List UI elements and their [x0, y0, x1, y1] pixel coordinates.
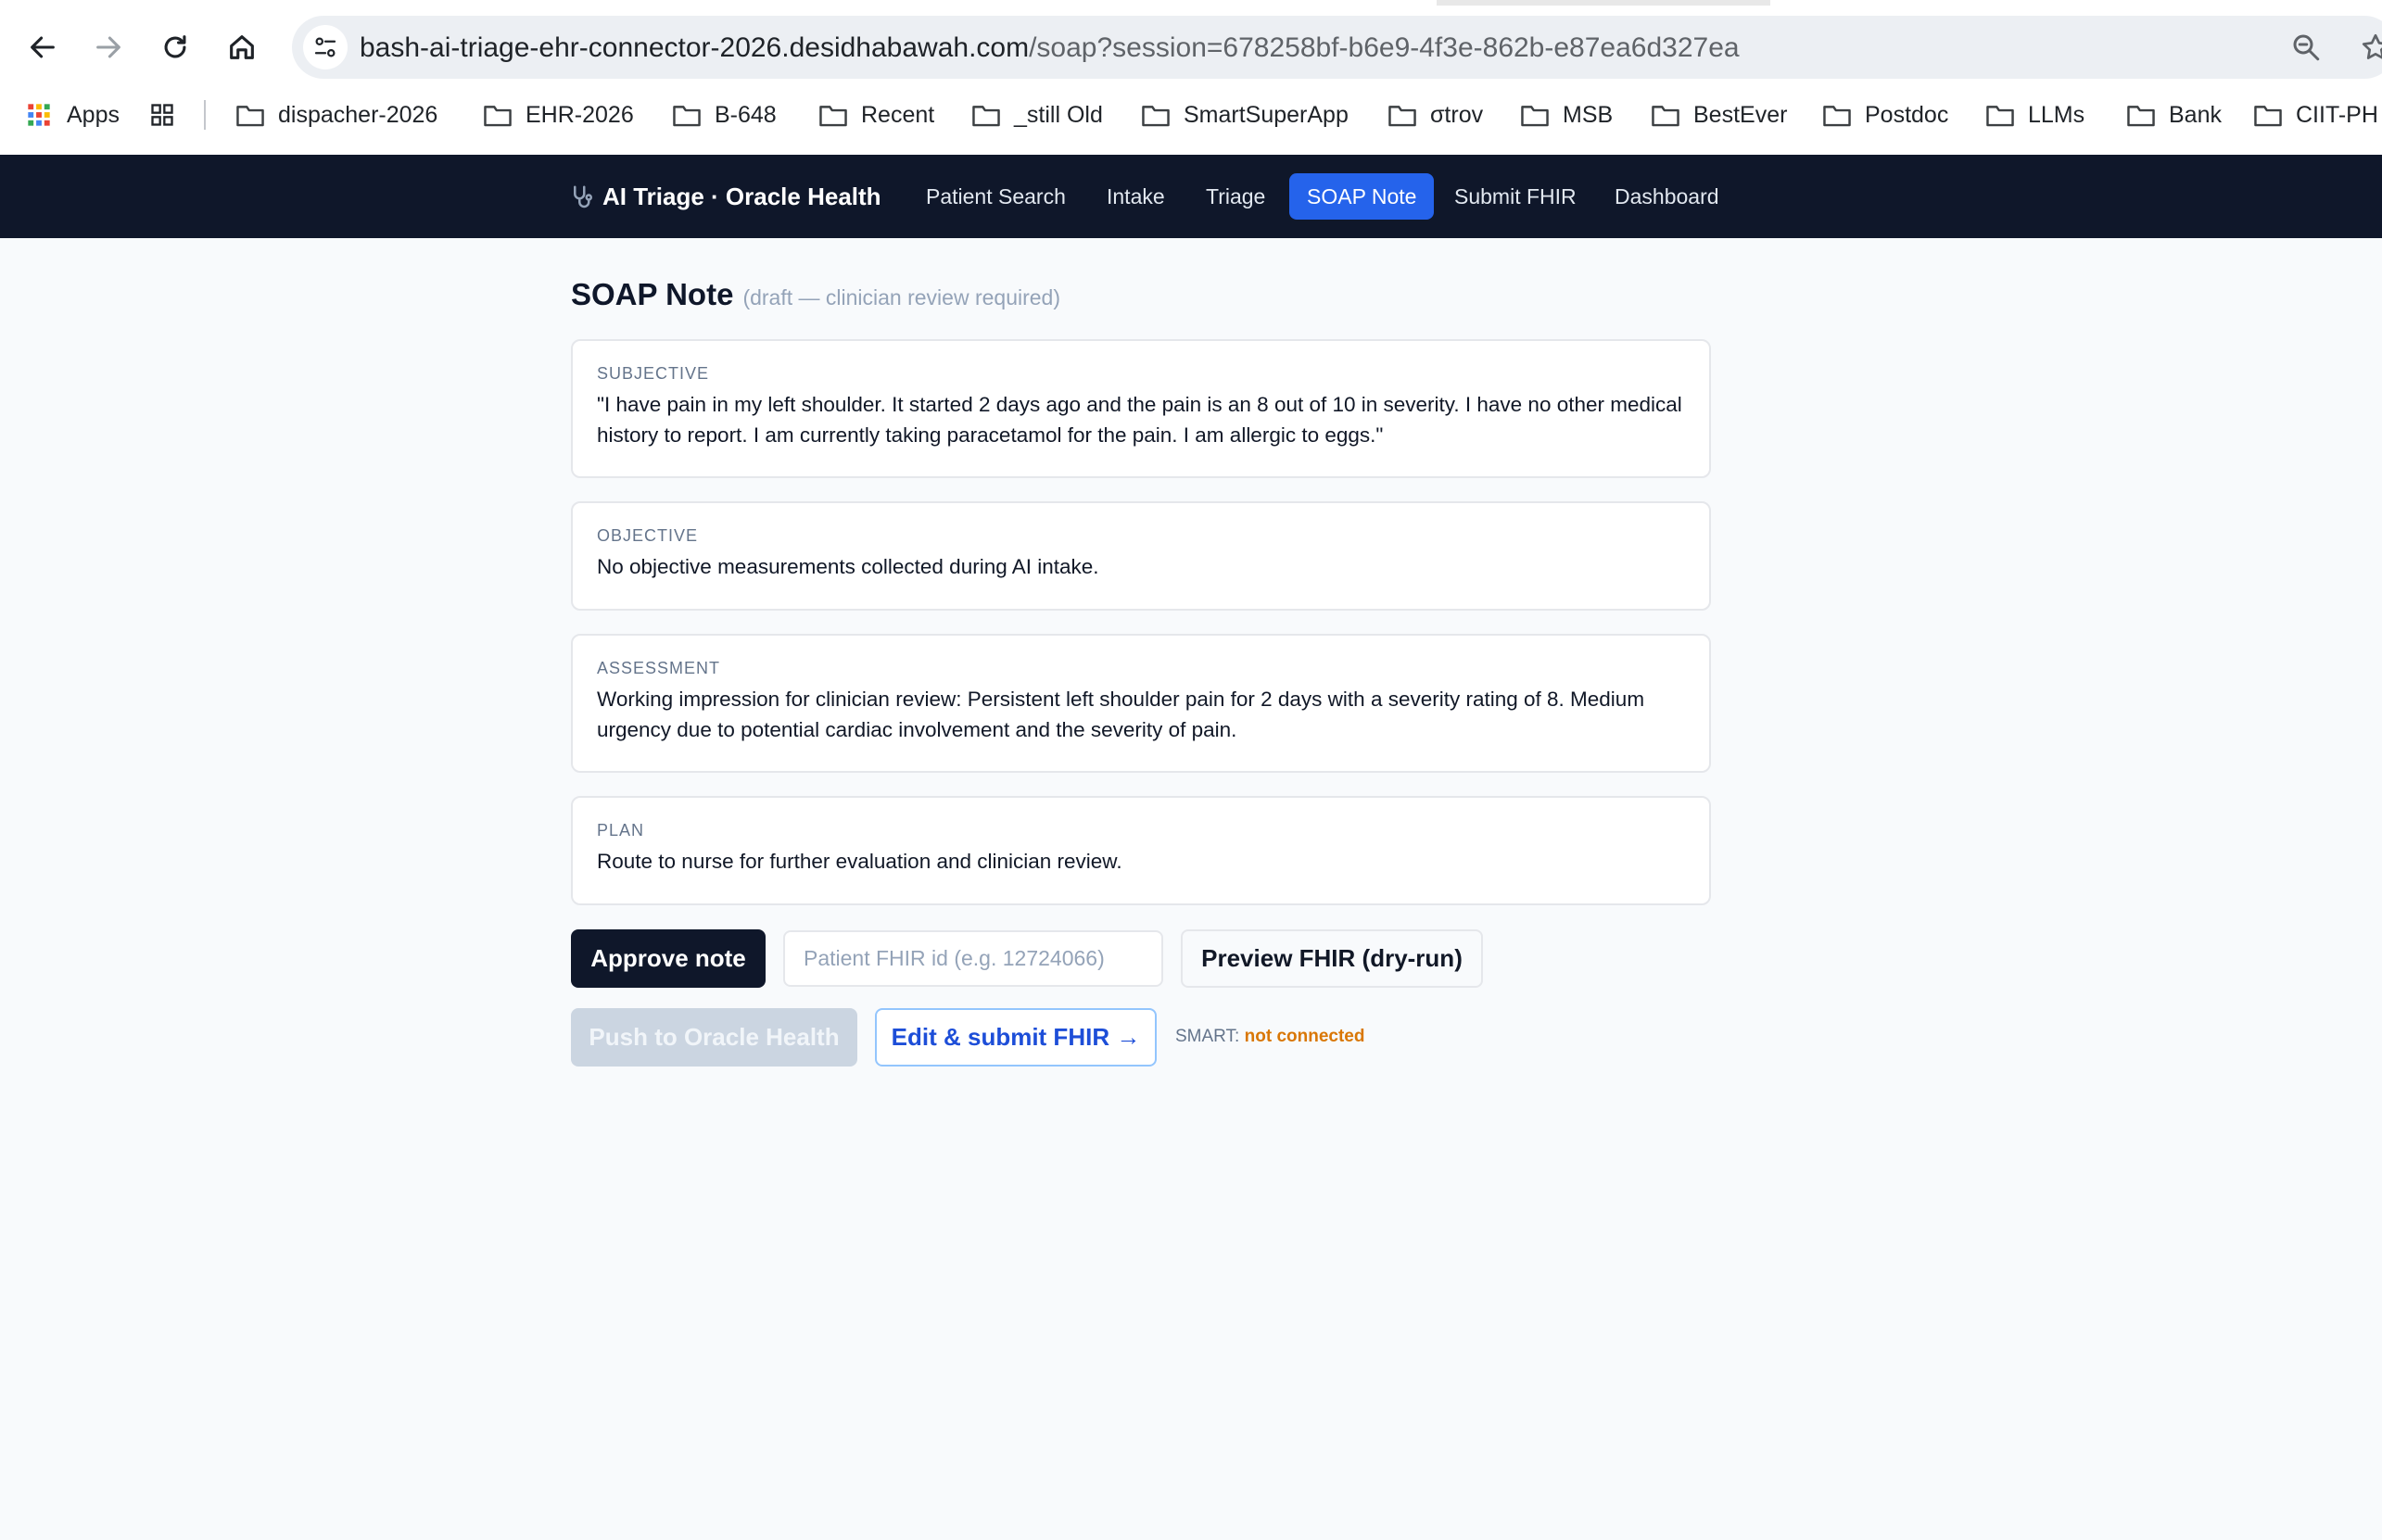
- bookmark-label: MSB: [1563, 101, 1614, 128]
- bookmark-folder[interactable]: Recent: [818, 95, 934, 135]
- bookmark-label: Recent: [861, 101, 935, 128]
- bookmark-label: BestEver: [1693, 101, 1788, 128]
- soap-objective-card: Objective No objective measurements coll…: [571, 501, 1711, 611]
- arrow-left-icon: [31, 36, 55, 58]
- url-path: /soap?session=678258bf-b6e9-4f3e-862b-e8…: [1029, 32, 1740, 63]
- bookmark-label: Apps: [67, 101, 120, 128]
- nav-soap-note[interactable]: SOAP Note: [1289, 173, 1435, 220]
- folder-icon: [1986, 106, 2014, 127]
- home-button[interactable]: [221, 26, 263, 69]
- page-subtitle: (draft — clinician review required): [742, 285, 1061, 309]
- bookmark-label: dispacher-2026: [278, 101, 438, 128]
- folder-icon: [1652, 106, 1679, 127]
- plan-text: Route to nurse for further evaluation an…: [597, 850, 1122, 873]
- folder-icon: [972, 106, 1000, 127]
- bookmark-label: _still Old: [1014, 101, 1103, 128]
- reload-icon: [164, 35, 186, 58]
- assessment-text: Working impression for clinician review:…: [597, 688, 1645, 741]
- page-title: SOAP Note (draft — clinician review requ…: [571, 277, 1060, 312]
- bookmark-folder[interactable]: Postdoc: [1822, 95, 1948, 135]
- bookmark-label: B-648: [715, 101, 777, 128]
- folder-icon: [819, 106, 847, 127]
- smart-status-value: not connected: [1244, 1027, 1365, 1046]
- bookmark-folder[interactable]: MSB: [1520, 95, 1613, 135]
- apps-grid-icon: [28, 104, 50, 126]
- soap-plan-card: Plan Route to nurse for further evaluati…: [571, 796, 1711, 905]
- section-label: Plan: [597, 821, 645, 839]
- site-settings-icon[interactable]: [303, 25, 348, 69]
- bookmark-label: Postdoc: [1865, 101, 1949, 128]
- folder-icon: [673, 106, 701, 127]
- url-host: bash-ai-triage-ehr-connector-2026.desidh…: [360, 32, 1030, 63]
- brand[interactable]: AI Triage · Oracle Health: [569, 183, 881, 211]
- section-label: Assessment: [597, 659, 721, 677]
- bookmark-label: EHR-2026: [526, 101, 634, 128]
- objective-text: No objective measurements collected duri…: [597, 555, 1099, 578]
- bookmark-folder[interactable]: BestEver: [1651, 95, 1787, 135]
- folder-icon: [484, 106, 512, 127]
- approve-note-button[interactable]: Approve note: [571, 929, 766, 988]
- nav-patient-search[interactable]: Patient Search: [908, 173, 1083, 220]
- bookmark-folder[interactable]: SmartSuperApp: [1141, 95, 1349, 135]
- active-tab[interactable]: [0, 0, 1437, 6]
- bookmark-folder[interactable]: Bank: [2126, 95, 2222, 135]
- edit-submit-fhir-button[interactable]: Edit & submit FHIR →: [875, 1008, 1157, 1067]
- bookmark-folder[interactable]: _still Old: [971, 95, 1103, 135]
- push-to-oracle-health-button[interactable]: Push to Oracle Health: [571, 1008, 857, 1067]
- subjective-text: "I have pain in my left shoulder. It sta…: [597, 393, 1682, 447]
- bookmark-folder[interactable]: EHR-2026: [483, 95, 634, 135]
- url-text[interactable]: bash-ai-triage-ehr-connector-2026.desidh…: [360, 32, 1740, 64]
- folder-icon: [236, 106, 264, 127]
- nav-dashboard[interactable]: Dashboard: [1597, 173, 1737, 220]
- forward-button[interactable]: [87, 26, 130, 69]
- nav-intake[interactable]: Intake: [1089, 173, 1183, 220]
- folder-icon: [1823, 106, 1851, 127]
- home-icon: [230, 35, 254, 59]
- app-navbar: AI Triage · Oracle Health Patient Search…: [0, 155, 2382, 238]
- bookmark-folder[interactable]: LLMs: [1985, 95, 2084, 135]
- folder-icon: [1521, 106, 1549, 127]
- section-label: Objective: [597, 526, 699, 545]
- bookmark-folder[interactable]: B-648: [672, 95, 777, 135]
- smart-status: SMART: not connected: [1175, 1027, 1364, 1047]
- arrow-right-icon: [96, 36, 120, 58]
- soap-assessment-card: Assessment Working impression for clinic…: [571, 634, 1711, 773]
- tab-groups-icon: [151, 104, 173, 126]
- folder-icon: [2254, 106, 2282, 127]
- section-label: Subjective: [597, 364, 710, 383]
- reload-button[interactable]: [154, 26, 196, 69]
- browser-tab[interactable]: [1770, 0, 2382, 6]
- bookmark-folder[interactable]: dispacher-2026: [235, 95, 437, 135]
- brand-label: AI Triage · Oracle Health: [602, 183, 881, 210]
- stethoscope-icon: [574, 185, 592, 208]
- bookmark-label: CIIT-PH: [2296, 101, 2378, 128]
- bookmark-folder[interactable]: CIIT-PH: [2253, 95, 2378, 135]
- tab-groups-button[interactable]: [147, 95, 190, 135]
- bookmark-label: Bank: [2169, 101, 2222, 128]
- bookmark-label: LLMs: [2028, 101, 2085, 128]
- bookmark-folder[interactable]: σtrov: [1387, 95, 1483, 135]
- smart-label: SMART:: [1175, 1027, 1240, 1046]
- bookmark-star-icon[interactable]: [2359, 31, 2382, 64]
- nav-triage[interactable]: Triage: [1188, 173, 1283, 220]
- preview-fhir-button[interactable]: Preview FHIR (dry-run): [1181, 929, 1483, 988]
- page-title-text: SOAP Note: [571, 277, 734, 311]
- tab-strip: [0, 0, 2382, 6]
- bookmark-label: SmartSuperApp: [1184, 101, 1349, 128]
- nav-submit-fhir[interactable]: Submit FHIR: [1437, 173, 1594, 220]
- bookmarks-bar: Apps dispacher-2026 EHR-2026 B-648 Recen…: [0, 95, 2382, 135]
- bookmark-apps[interactable]: Apps: [24, 95, 120, 135]
- patient-fhir-id-input[interactable]: [783, 930, 1163, 987]
- folder-icon: [1142, 106, 1170, 127]
- back-button[interactable]: [21, 26, 64, 69]
- folder-icon: [1388, 106, 1416, 127]
- folder-icon: [2127, 106, 2155, 127]
- soap-subjective-card: Subjective "I have pain in my left shoul…: [571, 339, 1711, 478]
- address-bar[interactable]: bash-ai-triage-ehr-connector-2026.desidh…: [292, 16, 2382, 79]
- zoom-icon[interactable]: [2289, 31, 2323, 64]
- bookmarks-divider: [204, 100, 206, 130]
- bookmark-label: σtrov: [1430, 101, 1484, 128]
- browser-chrome: bash-ai-triage-ehr-connector-2026.desidh…: [0, 0, 2382, 155]
